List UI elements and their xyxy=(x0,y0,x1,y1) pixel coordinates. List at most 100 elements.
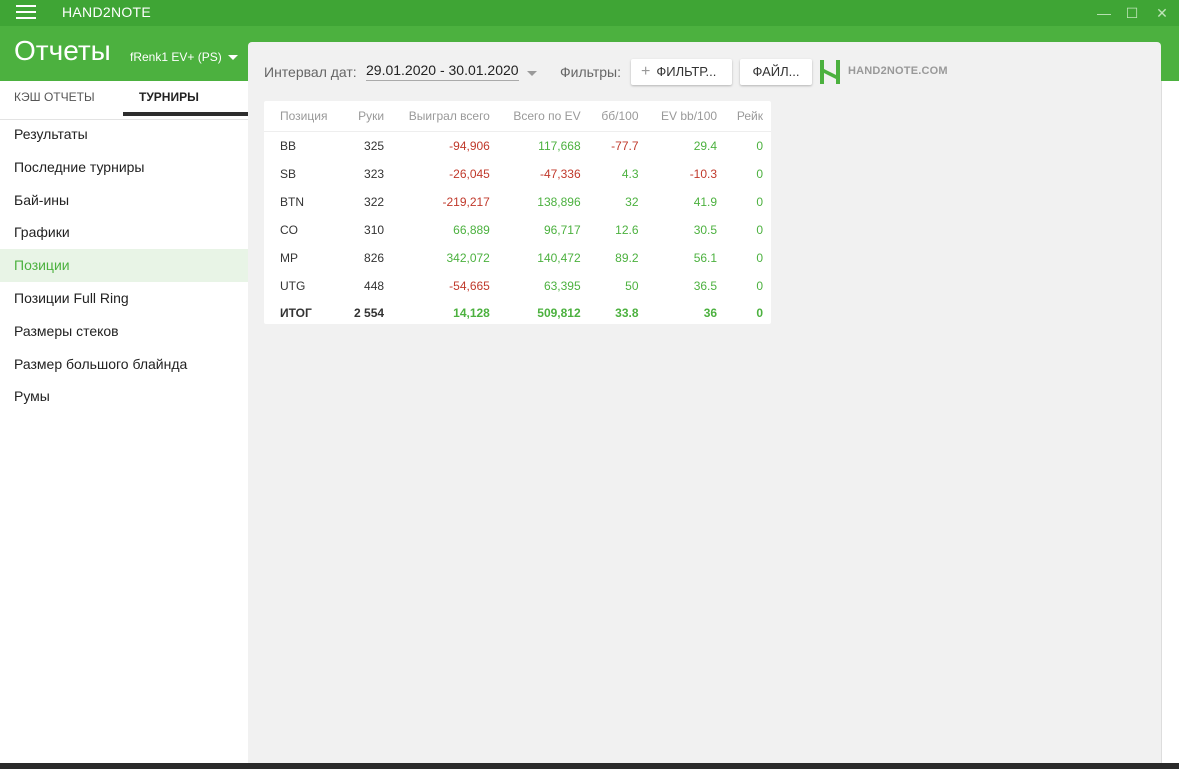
player-select[interactable]: fRenk1 EV+ (PS) xyxy=(130,50,238,64)
table-cell: 89.2 xyxy=(615,251,639,265)
column-header[interactable]: EV bb/100 xyxy=(646,101,726,132)
report-menu: Результаты Последние турниры Бай-ины Гра… xyxy=(0,118,248,413)
table-row: MP 826 342,072 140,472 89.2 56.1 0 xyxy=(264,244,771,272)
toolbar: Интервал дат: 29.01.2020 - 30.01.2020 Фи… xyxy=(264,58,1144,86)
column-header[interactable]: Рейк xyxy=(725,101,771,132)
table-cell: 36 xyxy=(703,306,718,320)
table-cell: 29.4 xyxy=(693,139,718,153)
chevron-down-icon xyxy=(227,55,238,61)
taskbar-strip xyxy=(0,763,1179,769)
table-cell: 310 xyxy=(364,223,385,237)
table-cell: 56.1 xyxy=(693,251,718,265)
table-cell: 0 xyxy=(756,223,763,237)
table-cell: 0 xyxy=(756,167,763,181)
table-cell: -54,665 xyxy=(449,279,490,293)
positions-table: Позиция Руки Выиграл всего Всего по EV бб/10… xyxy=(264,101,771,326)
table-cell: -219,217 xyxy=(442,195,490,209)
table-cell: ИТОГ xyxy=(280,306,312,320)
date-interval-label: Интервал дат: xyxy=(264,64,357,80)
table-cell: 826 xyxy=(364,251,385,265)
table-cell: -47,336 xyxy=(539,167,581,181)
table-cell: -10.3 xyxy=(689,167,718,181)
sidebar-item-stack-sizes[interactable]: Размеры стеков xyxy=(0,315,248,348)
table-cell: 41.9 xyxy=(693,195,718,209)
sidebar-item-big-blind-size[interactable]: Размер большого блайнда xyxy=(0,348,248,381)
table-cell: BB xyxy=(280,139,297,153)
table-cell: 66,889 xyxy=(453,223,490,237)
date-range-select[interactable]: 29.01.2020 - 30.01.2020 xyxy=(366,62,519,81)
table-cell: 33.8 xyxy=(615,306,639,320)
column-header[interactable]: Выиграл всего xyxy=(392,101,498,132)
table-cell: 4.3 xyxy=(621,167,639,181)
table-cell: 0 xyxy=(756,251,763,265)
table-cell: 140,472 xyxy=(537,251,581,265)
table-cell: 63,395 xyxy=(543,279,581,293)
tab-cash-reports[interactable]: КЭШ ОТЧЕТЫ xyxy=(14,81,95,116)
table-cell: CO xyxy=(280,223,298,237)
sidebar-item-buyins[interactable]: Бай-ины xyxy=(0,184,248,217)
column-header[interactable]: Всего по EV xyxy=(497,101,589,132)
table-cell: 117,668 xyxy=(538,139,581,153)
sidebar-item-graphs[interactable]: Графики xyxy=(0,216,248,249)
file-button[interactable]: ФАЙЛ... xyxy=(740,59,812,85)
table-cell: 0 xyxy=(756,195,763,209)
plus-icon: + xyxy=(641,63,651,80)
add-filter-button[interactable]: + ФИЛЬТР... xyxy=(631,59,732,85)
table-cell: 138,896 xyxy=(537,195,581,209)
table-row: BTN 322 -219,217 138,896 32 41.9 0 xyxy=(264,188,771,216)
sidebar-item-recent-tournaments[interactable]: Последние турниры xyxy=(0,151,248,184)
table-cell: MP xyxy=(280,251,298,265)
report-panel: Интервал дат: 29.01.2020 - 30.01.2020 Фи… xyxy=(248,42,1161,763)
table-cell: SB xyxy=(280,167,297,181)
sidebar: КЭШ ОТЧЕТЫ ТУРНИРЫ Результаты Последние … xyxy=(0,81,248,769)
table-cell: 0 xyxy=(756,279,763,293)
table-cell: 0 xyxy=(756,139,763,153)
table-cell: 342,072 xyxy=(446,251,490,265)
maximize-icon[interactable]: ☐ xyxy=(1122,3,1142,23)
table-cell: 96,717 xyxy=(543,223,581,237)
sidebar-item-positions[interactable]: Позиции xyxy=(0,249,248,282)
sidebar-item-rooms[interactable]: Румы xyxy=(0,380,248,413)
add-filter-label: ФИЛЬТР... xyxy=(656,64,717,79)
table-cell: 323 xyxy=(364,167,385,181)
column-header[interactable]: Позиция xyxy=(264,101,342,132)
table-body: BB 325 -94,906 117,668 -77.7 29.4 0 SB 323 -26,04… xyxy=(264,132,771,327)
table-cell: UTG xyxy=(280,279,306,293)
table-row: UTG 448 -54,665 63,395 50 36.5 0 xyxy=(264,272,771,300)
sidebar-tabs: КЭШ ОТЧЕТЫ ТУРНИРЫ xyxy=(0,81,248,120)
table-cell: 325 xyxy=(364,139,385,153)
minimize-icon[interactable]: — xyxy=(1094,3,1114,23)
table-cell: -94,906 xyxy=(449,139,490,153)
table-cell: 2 554 xyxy=(354,306,385,320)
table-cell: 322 xyxy=(364,195,385,209)
total-row: ИТОГ 2 554 14,128 509,812 33.8 36 0 xyxy=(264,300,771,326)
table-cell: BTN xyxy=(280,195,304,209)
app-title: HAND2NOTE xyxy=(62,4,152,20)
filters-label: Фильтры: xyxy=(560,64,621,80)
table-cell: -77.7 xyxy=(611,139,639,153)
table-row: BB 325 -94,906 117,668 -77.7 29.4 0 xyxy=(264,132,771,161)
table-cell: 14,128 xyxy=(453,306,490,320)
table-row: CO 310 66,889 96,717 12.6 30.5 0 xyxy=(264,216,771,244)
table-cell: 0 xyxy=(756,306,763,320)
table-cell: 509,812 xyxy=(537,306,581,320)
table-cell: -26,045 xyxy=(449,167,490,181)
table-cell: 50 xyxy=(625,279,639,293)
table-cell: 32 xyxy=(625,195,639,209)
close-icon[interactable]: ✕ xyxy=(1152,3,1172,23)
tab-tournaments[interactable]: ТУРНИРЫ xyxy=(123,81,248,116)
sidebar-item-positions-full-ring[interactable]: Позиции Full Ring xyxy=(0,282,248,315)
table-row: SB 323 -26,045 -47,336 4.3 -10.3 0 xyxy=(264,160,771,188)
logo-text: HAND2NOTE.COM xyxy=(848,65,948,77)
menu-icon[interactable] xyxy=(16,5,36,21)
table-header-row: Позиция Руки Выиграл всего Всего по EV бб/10… xyxy=(264,101,771,132)
page-title: Отчеты xyxy=(14,35,111,66)
h2n-logo-icon xyxy=(820,60,840,84)
hand2note-logo[interactable]: HAND2NOTE.COM xyxy=(820,60,948,84)
column-header[interactable]: бб/100 xyxy=(588,101,647,132)
table-cell: 30.5 xyxy=(693,223,718,237)
sidebar-item-results[interactable]: Результаты xyxy=(0,118,248,151)
positions-table-card: Позиция Руки Выиграл всего Всего по EV бб/10… xyxy=(264,101,771,324)
chevron-down-icon[interactable] xyxy=(527,71,537,76)
column-header[interactable]: Руки xyxy=(341,101,393,132)
